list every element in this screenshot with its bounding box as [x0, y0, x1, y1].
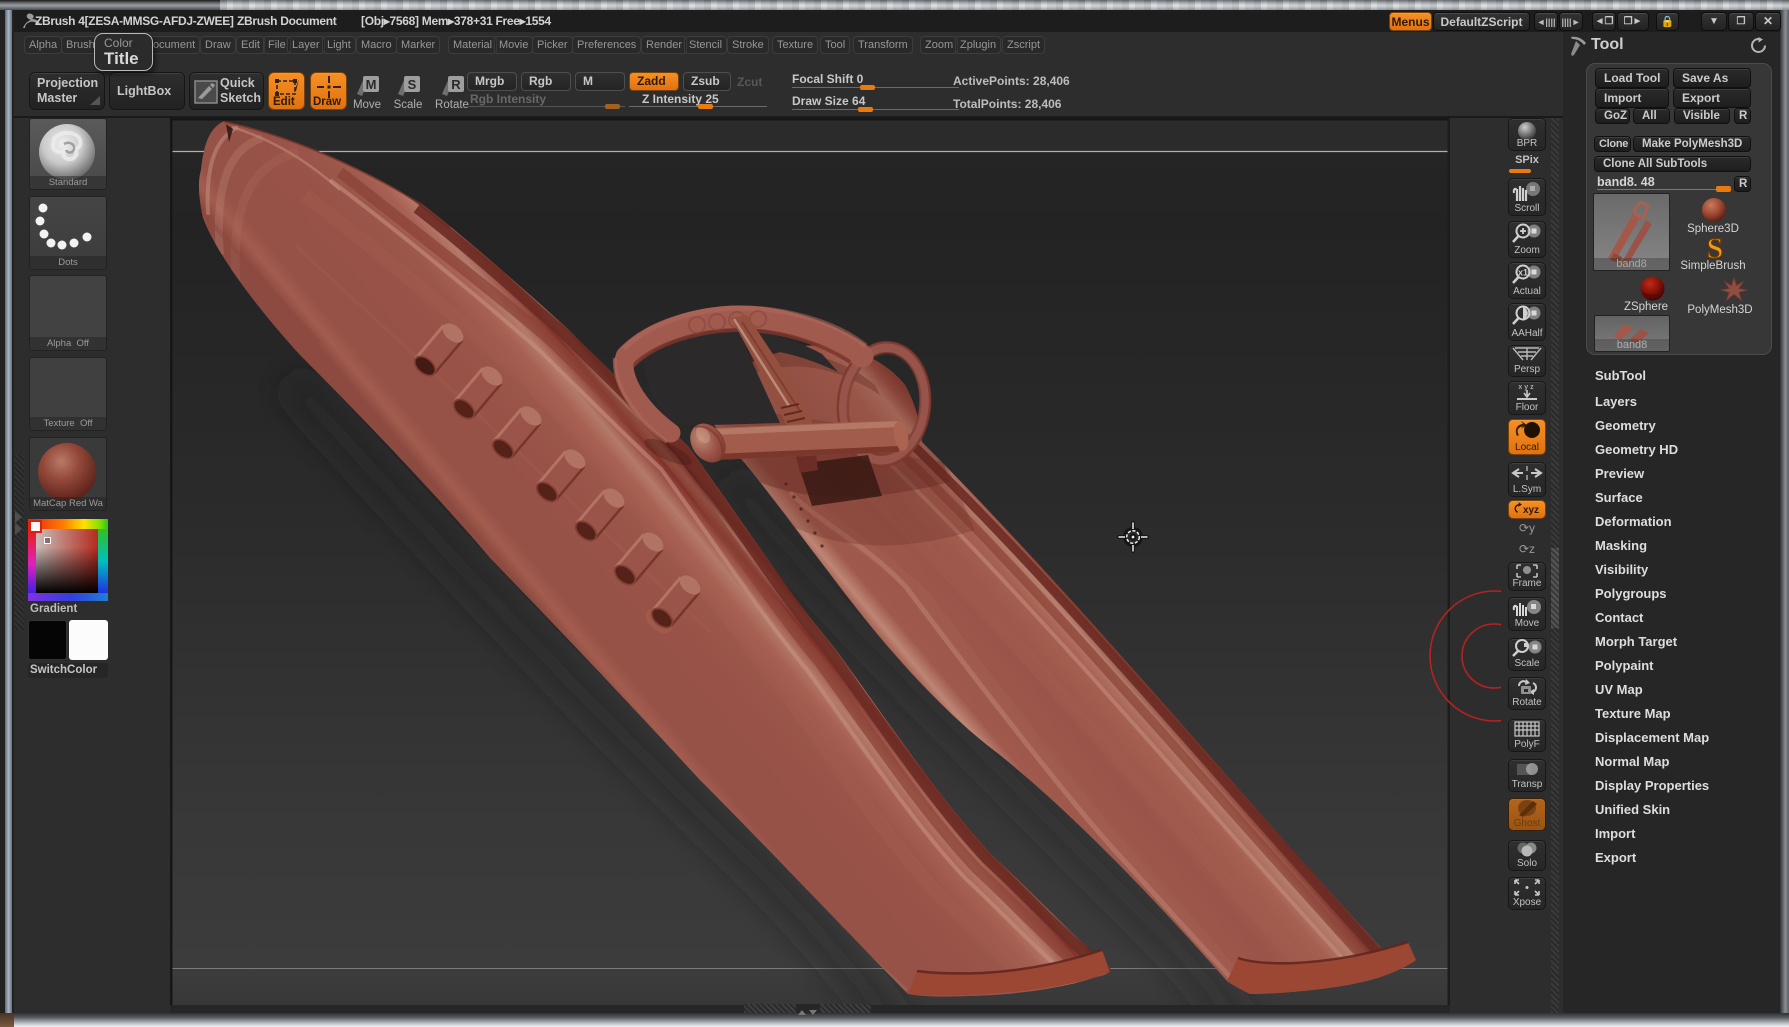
svg-text:xyz: xyz — [1518, 384, 1535, 391]
svg-text:R: R — [451, 77, 461, 92]
svg-text:M: M — [366, 77, 377, 92]
svg-text:S: S — [1707, 234, 1724, 263]
svg-text:xyz: xyz — [1523, 505, 1539, 516]
svg-text:x1: x1 — [1518, 268, 1528, 278]
svg-text:S: S — [408, 77, 417, 92]
